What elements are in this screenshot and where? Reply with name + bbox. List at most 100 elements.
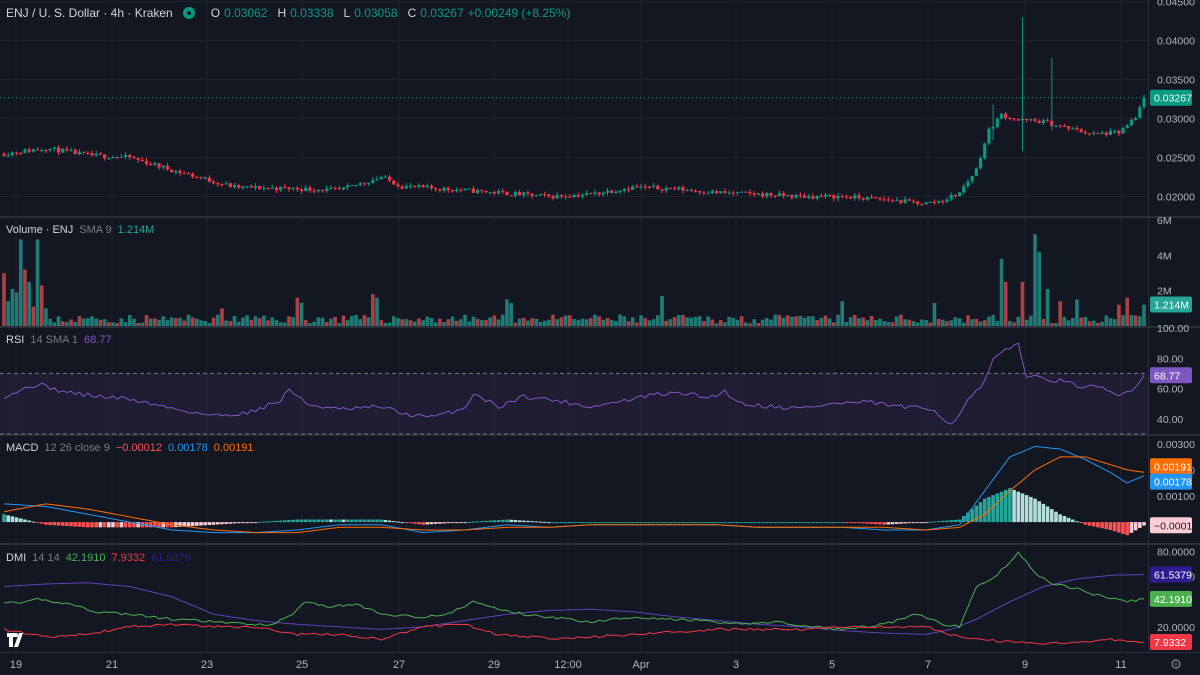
macd-histogram-bar	[220, 522, 224, 525]
macd-histogram-bar	[86, 522, 90, 528]
macd-histogram-bar	[65, 522, 69, 527]
volume-bar	[417, 318, 421, 326]
macd-histogram-bar	[689, 522, 694, 524]
macd-histogram-bar	[31, 521, 36, 523]
candle-body	[781, 193, 786, 196]
dmi-title[interactable]: DMI	[6, 552, 26, 564]
candle-body	[978, 158, 983, 169]
volume-bar	[710, 319, 715, 326]
volume-bar	[681, 314, 685, 326]
volume-bar	[366, 317, 371, 326]
volume-bar	[517, 318, 522, 326]
candle-body	[538, 194, 543, 196]
volume-bar	[312, 321, 316, 326]
candle-body	[123, 155, 128, 157]
macd-histogram-bar	[262, 521, 266, 523]
tradingview-logo-icon[interactable]	[6, 628, 30, 652]
volume-bar	[798, 315, 803, 326]
open-label: O	[210, 6, 221, 20]
candle-body	[392, 180, 396, 185]
volume-bar	[723, 322, 727, 326]
candle-body	[304, 187, 308, 192]
candle-body	[815, 195, 819, 199]
macd-histogram-bar	[165, 522, 170, 528]
volume-bar	[161, 316, 166, 326]
candle-body	[752, 193, 756, 195]
macd-histogram-bar	[785, 522, 790, 524]
volume-bar	[1003, 281, 1008, 326]
time-tick-label: 19	[10, 659, 22, 671]
macd-histogram-bar	[1045, 506, 1050, 523]
volume-bar	[232, 316, 237, 326]
macd-histogram-bar	[81, 522, 86, 528]
volume-bar	[421, 320, 425, 326]
macd-histogram-bar	[563, 522, 568, 524]
candle-body	[928, 201, 932, 203]
volume-bar	[1142, 304, 1146, 326]
chart-canvas[interactable]: 0.04500 0.04000 0.03500 0.03000 0.02500 0.020…	[0, 0, 1200, 675]
candle-body	[220, 183, 224, 185]
volume-bar	[597, 316, 601, 326]
rsi-params: 14 SMA 1	[30, 334, 79, 346]
candle-body	[14, 152, 19, 154]
macd-histogram-bar	[312, 519, 316, 523]
symbol-title[interactable]: ENJ / U. S. Dollar · 4h · Kraken	[6, 6, 173, 20]
volume-bar	[815, 319, 819, 326]
macd-histogram-bar	[433, 522, 438, 524]
last-price-label: 0.03267	[1154, 93, 1192, 105]
volume-bar	[811, 316, 815, 326]
candle-body	[882, 199, 886, 201]
candle-body	[706, 193, 710, 195]
macd-histogram-bar	[215, 522, 220, 525]
volume-bar	[538, 321, 543, 326]
volume-bar	[324, 322, 329, 326]
volume-bar	[391, 316, 396, 326]
macd-histogram-bar	[957, 519, 962, 523]
macd-histogram-bar	[232, 522, 237, 524]
macd-histogram-bar	[1133, 522, 1138, 531]
macd-histogram-bar	[1058, 514, 1062, 523]
candle-body	[744, 191, 748, 193]
candle-body	[652, 185, 656, 187]
macd-title[interactable]: MACD	[6, 442, 38, 454]
rsi-last-label: 68.77	[1154, 370, 1180, 382]
volume-bar	[484, 320, 488, 326]
candle-body	[241, 186, 245, 188]
volume-bar	[735, 319, 740, 326]
macd-histogram-bar	[978, 502, 983, 523]
macd-histogram-bar	[601, 522, 606, 524]
volume-bar	[869, 316, 874, 326]
candle-body	[132, 157, 136, 159]
candle-body	[559, 194, 564, 197]
macd-histogram-bar	[408, 522, 413, 524]
macd-histogram-bar	[542, 521, 547, 523]
candle-body	[383, 176, 387, 178]
candle-body	[291, 187, 295, 190]
candle-body	[320, 190, 325, 192]
candle-body	[999, 113, 1004, 119]
volume-bar	[1133, 315, 1138, 326]
candle-body	[98, 153, 102, 155]
time-tick-label: 12:00	[554, 659, 582, 671]
candle-body	[211, 181, 216, 184]
candle-body	[404, 186, 408, 189]
candle-body	[656, 185, 660, 190]
candle-body	[119, 156, 123, 158]
macd-histogram-bar	[39, 522, 44, 524]
gear-icon[interactable]: ⚙	[1168, 656, 1184, 672]
volume-bar	[320, 317, 325, 326]
volume-bar	[861, 317, 865, 326]
candle-body	[90, 153, 94, 156]
macd-histogram-bar	[303, 519, 308, 523]
volume-bar	[383, 322, 388, 326]
rsi-title[interactable]: RSI	[6, 334, 24, 346]
volume-bar	[379, 320, 384, 326]
macd-histogram-bar	[295, 519, 300, 523]
candle-body	[492, 191, 496, 194]
candle-body	[543, 194, 547, 196]
rsi-tick-label: 60.00	[1157, 384, 1183, 396]
volume-bar	[345, 320, 350, 326]
macd-histogram-bar	[1125, 522, 1130, 536]
macd-histogram-bar	[123, 522, 128, 528]
volume-title[interactable]: Volume · ENJ	[6, 224, 73, 236]
